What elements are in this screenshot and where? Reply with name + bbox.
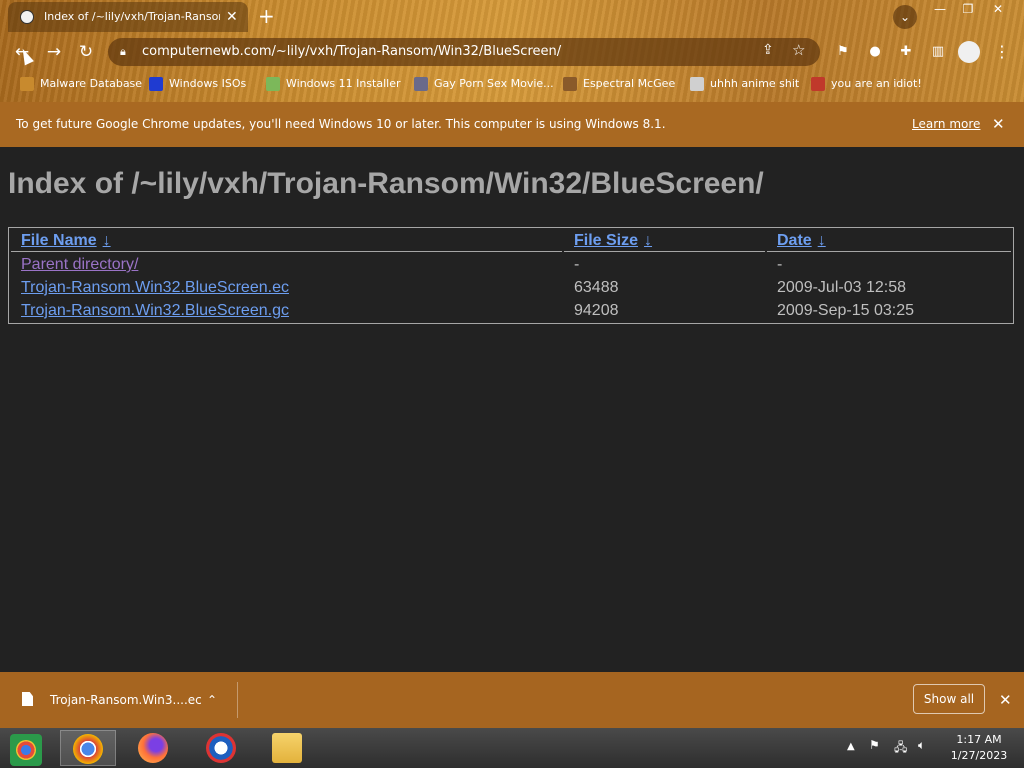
side-panel-icon[interactable]: ▥ xyxy=(927,41,949,63)
forward-arrow-icon[interactable]: → xyxy=(42,40,66,64)
outlook-icon xyxy=(206,733,236,763)
window-restore-button[interactable]: ❐ xyxy=(954,0,982,18)
windows-taskbar: ▲ ⚑ 🖧︎ 🔈︎ 1:17 AM 1/27/2023 xyxy=(0,728,1024,768)
start-button[interactable] xyxy=(0,730,56,766)
system-clock[interactable]: 1:17 AM 1/27/2023 xyxy=(944,732,1014,764)
new-tab-button[interactable]: + xyxy=(258,4,275,28)
url-text[interactable]: computernewb.com/~lily/vxh/Trojan-Ransom… xyxy=(142,38,561,66)
firefox-icon xyxy=(138,733,168,763)
folder-icon xyxy=(272,733,302,763)
window-minimize-button[interactable]: — xyxy=(926,0,954,18)
uk-flag-icon xyxy=(811,77,825,91)
site-favicon-icon xyxy=(414,77,428,91)
bookmark-espectral-mcgee[interactable]: Espectral McGee xyxy=(563,72,675,96)
start-icon xyxy=(10,734,42,766)
table-row: Trojan-Ransom.Win32.BlueScreen.gc 94208 … xyxy=(11,300,1011,321)
parent-directory-link[interactable]: Parent directory/ xyxy=(21,256,138,273)
date-cell: 2009-Jul-03 12:58 xyxy=(777,279,906,296)
taskbar-file-explorer[interactable] xyxy=(260,730,316,766)
chrome-icon xyxy=(73,734,103,764)
clock-date: 1/27/2023 xyxy=(950,749,1008,762)
volume-icon[interactable]: 🔈︎ xyxy=(918,738,925,753)
download-shelf-close-icon[interactable]: ✕ xyxy=(999,672,1012,728)
extension-avatar-icon[interactable]: ● xyxy=(864,41,886,63)
table-header-row: File Name ↓ File Size ↓ Date ↓ xyxy=(11,230,1011,252)
browser-chrome: Index of /~lily/vxh/Trojan-Ransom/Win32/… xyxy=(0,0,1024,102)
bookmark-gay-porn-sex-movie[interactable]: Gay Porn Sex Movie... xyxy=(414,72,554,96)
extensions-puzzle-icon[interactable]: ✚ xyxy=(895,41,917,63)
window-close-button[interactable]: ✕ xyxy=(984,0,1012,18)
lock-icon[interactable]: 🔒︎ xyxy=(120,45,126,59)
bookmark-icon-generic xyxy=(20,77,34,91)
clock-time: 1:17 AM xyxy=(956,733,1002,746)
tab-active[interactable]: Index of /~lily/vxh/Trojan-Ransom/Win32/… xyxy=(8,2,248,32)
bookmark-uhhh-anime-shit[interactable]: uhhh anime shit xyxy=(690,72,799,96)
site-favicon-icon xyxy=(563,77,577,91)
bookmarks-bar: Malware Database Windows ISOs Windows 11… xyxy=(0,72,1024,96)
sort-arrow-icon[interactable]: ↓ xyxy=(818,232,826,249)
file-size-cell: 63488 xyxy=(574,279,619,296)
x-logo-icon xyxy=(149,77,163,91)
site-favicon-icon xyxy=(690,77,704,91)
extension-flag-icon[interactable]: ⚑ xyxy=(832,41,854,63)
column-header-file-size[interactable]: File Size ↓ xyxy=(564,230,765,252)
sort-by-date-link[interactable]: Date xyxy=(777,232,812,249)
image-file-icon xyxy=(266,77,280,91)
bookmark-windows-11-installer[interactable]: Windows 11 Installer xyxy=(266,72,401,96)
table-row: Parent directory/ - - xyxy=(11,254,1011,275)
bookmark-malware-database[interactable]: Malware Database xyxy=(20,72,142,96)
column-header-date[interactable]: Date ↓ xyxy=(767,230,1011,252)
infobar-message: To get future Google Chrome updates, you… xyxy=(16,117,666,131)
bookmark-star-icon[interactable]: ☆ xyxy=(792,41,805,59)
show-hidden-icons-chevron-icon[interactable]: ▲ xyxy=(847,741,855,752)
file-link[interactable]: Trojan-Ransom.Win32.BlueScreen.ec xyxy=(21,279,289,296)
infobar-close-icon[interactable]: ✕ xyxy=(992,102,1005,147)
bookmark-you-are-an-idiot[interactable]: you are an idiot! xyxy=(811,72,922,96)
date-cell: - xyxy=(777,256,783,273)
profile-avatar-icon[interactable] xyxy=(958,41,980,63)
file-size-cell: 94208 xyxy=(574,302,619,319)
page-content: Index of /~lily/vxh/Trojan-Ransom/Win32/… xyxy=(0,147,1024,672)
download-item[interactable]: Trojan-Ransom.Win3....ec xyxy=(50,672,202,728)
tab-close-icon[interactable]: ✕ xyxy=(226,2,238,32)
sort-arrow-icon[interactable]: ↓ xyxy=(644,232,652,249)
bookmark-windows-isos[interactable]: Windows ISOs xyxy=(149,72,246,96)
date-cell: 2009-Sep-15 03:25 xyxy=(777,302,914,319)
file-icon xyxy=(22,692,33,706)
file-size-cell: - xyxy=(574,256,580,273)
share-icon[interactable]: ⇪ xyxy=(762,42,774,58)
column-header-file-name[interactable]: File Name ↓ xyxy=(11,230,562,252)
chevron-up-icon[interactable]: ⌃ xyxy=(207,672,217,728)
taskbar-outlook[interactable] xyxy=(194,730,250,766)
network-icon[interactable]: 🖧︎ xyxy=(894,738,907,759)
address-bar[interactable]: 🔒︎ computernewb.com/~lily/vxh/Trojan-Ran… xyxy=(108,38,820,66)
sort-arrow-icon[interactable]: ↓ xyxy=(103,232,111,249)
taskbar-firefox[interactable] xyxy=(126,730,182,766)
taskbar-chrome[interactable] xyxy=(60,730,116,766)
tab-search-chevron-icon[interactable]: ⌄ xyxy=(893,5,917,29)
tab-title: Index of /~lily/vxh/Trojan-Ransom/Win32/… xyxy=(44,10,220,23)
learn-more-link[interactable]: Learn more xyxy=(912,102,980,147)
sort-by-file-size-link[interactable]: File Size xyxy=(574,232,638,249)
site-favicon-icon xyxy=(20,10,34,24)
menu-kebab-icon[interactable]: ⋮ xyxy=(994,41,1010,63)
file-listing-table: File Name ↓ File Size ↓ Date ↓ Parent direc… xyxy=(8,227,1014,324)
sort-by-file-name-link[interactable]: File Name xyxy=(21,232,97,249)
table-row: Trojan-Ransom.Win32.BlueScreen.ec 63488 … xyxy=(11,277,1011,298)
action-center-flag-icon[interactable]: ⚑ xyxy=(869,738,880,752)
page-title: Index of /~lily/vxh/Trojan-Ransom/Win32/… xyxy=(8,167,764,200)
file-link[interactable]: Trojan-Ransom.Win32.BlueScreen.gc xyxy=(21,302,289,319)
download-shelf: Trojan-Ransom.Win3....ec ⌃ Show all ✕ xyxy=(0,672,1024,728)
divider xyxy=(237,682,238,718)
update-infobar: To get future Google Chrome updates, you… xyxy=(0,102,1024,147)
show-all-button[interactable]: Show all xyxy=(913,684,985,714)
reload-icon[interactable]: ↻ xyxy=(74,40,98,64)
